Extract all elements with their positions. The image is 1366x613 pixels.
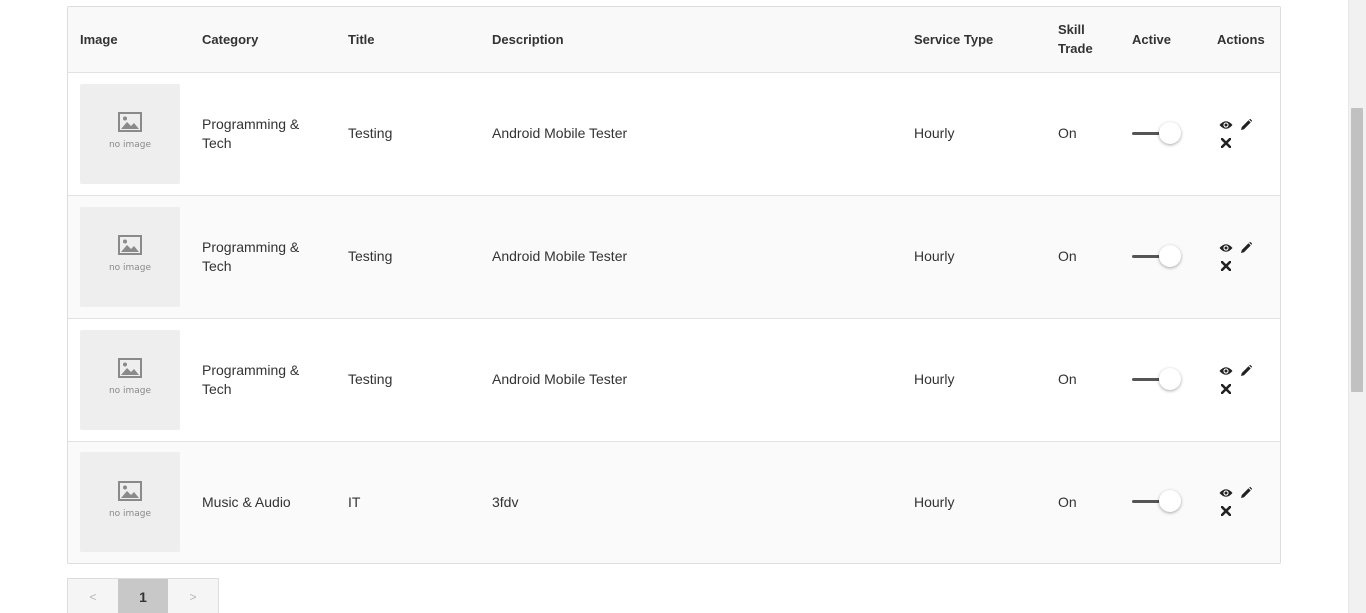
active-toggle[interactable] [1132, 121, 1182, 146]
close-icon[interactable] [1219, 259, 1233, 273]
header-skill-trade-label: Skill Trade [1058, 22, 1093, 57]
cell-active [1120, 441, 1205, 563]
cell-title: Testing [348, 248, 393, 264]
category-text: Programming & Tech [202, 238, 300, 274]
pagination: < 1 > [67, 578, 219, 613]
header-image: Image [68, 7, 190, 73]
eye-icon[interactable] [1219, 364, 1233, 378]
eye-icon[interactable] [1219, 118, 1233, 132]
close-icon[interactable] [1219, 382, 1233, 396]
cell-service-type: Hourly [914, 125, 955, 141]
header-title: Title [336, 7, 480, 73]
active-toggle[interactable] [1132, 244, 1182, 269]
active-toggle[interactable] [1132, 367, 1182, 392]
table-row: no image Programming & Tech Testing Andr… [68, 72, 1280, 195]
cell-skill-trade: On [1058, 125, 1077, 141]
image-icon [118, 480, 142, 501]
cell-title: Testing [348, 125, 393, 141]
cell-category: Programming & Tech [190, 72, 336, 195]
table-row: no image Programming & Tech Testing Andr… [68, 318, 1280, 441]
toggle-knob [1159, 490, 1181, 513]
cell-actions [1205, 72, 1280, 195]
header-category: Category [190, 7, 336, 73]
image-icon [118, 358, 142, 378]
category-text: Music & Audio [202, 493, 291, 510]
cell-image: no image [68, 318, 190, 441]
cell-image: no image [68, 441, 190, 563]
no-image-caption: no image [108, 508, 152, 519]
services-table: Image Category Title Description Service… [68, 7, 1280, 563]
close-icon[interactable] [1219, 136, 1233, 150]
toggle-knob [1159, 244, 1181, 267]
cell-actions [1205, 195, 1280, 318]
cell-title: IT [348, 493, 361, 510]
row-actions [1219, 118, 1259, 150]
cell-skill-trade: On [1058, 493, 1077, 510]
category-text: Programming & Tech [202, 115, 300, 151]
cell-active [1120, 318, 1205, 441]
close-icon[interactable] [1219, 504, 1233, 518]
pagination-next-button[interactable]: > [168, 579, 218, 613]
row-actions [1219, 241, 1259, 273]
active-toggle[interactable] [1132, 490, 1182, 514]
no-image-caption: no image [108, 263, 152, 273]
cell-service-type: Hourly [914, 371, 955, 387]
cell-description: Android Mobile Tester [492, 248, 628, 264]
scrollbar-thumb[interactable] [1351, 108, 1363, 392]
header-description: Description [480, 7, 902, 73]
cell-active [1120, 72, 1205, 195]
services-table-container: Image Category Title Description Service… [67, 6, 1281, 564]
no-image-caption: no image [108, 140, 152, 150]
no-image-placeholder: no image [80, 83, 180, 184]
page: Image Category Title Description Service… [0, 0, 1366, 613]
table-row: no image Programming & Tech Testing Andr… [68, 195, 1280, 318]
eye-icon[interactable] [1219, 486, 1233, 500]
cell-skill-trade: On [1058, 371, 1077, 387]
pagination-prev-button[interactable]: < [68, 579, 118, 613]
no-image-placeholder: no image [80, 452, 180, 553]
category-text: Programming & Tech [202, 361, 300, 397]
cell-category: Music & Audio [190, 441, 336, 563]
cell-service-type: Hourly [914, 248, 955, 264]
cell-description: Android Mobile Tester [492, 371, 628, 387]
cell-skill-trade: On [1058, 248, 1077, 264]
cell-service-type: Hourly [914, 493, 955, 510]
toggle-knob [1159, 367, 1181, 390]
row-actions [1219, 486, 1259, 518]
pagination-page-1[interactable]: 1 [118, 579, 168, 613]
table-header-row: Image Category Title Description Service… [68, 7, 1280, 73]
no-image-placeholder: no image [80, 329, 180, 430]
image-icon [118, 112, 142, 132]
cell-category: Programming & Tech [190, 318, 336, 441]
cell-actions [1205, 318, 1280, 441]
cell-description: 3fdv [492, 493, 519, 510]
header-actions: Actions [1205, 7, 1280, 73]
header-service-type: Service Type [902, 7, 1046, 73]
cell-actions [1205, 441, 1280, 563]
no-image-caption: no image [108, 386, 152, 396]
pencil-icon[interactable] [1239, 364, 1253, 378]
cell-active [1120, 195, 1205, 318]
image-icon [118, 235, 142, 255]
eye-icon[interactable] [1219, 241, 1233, 255]
header-skill-trade: Skill Trade [1046, 7, 1120, 73]
pencil-icon[interactable] [1239, 118, 1253, 132]
toggle-knob [1159, 121, 1181, 144]
row-actions [1219, 364, 1259, 396]
cell-category: Programming & Tech [190, 195, 336, 318]
table-row: no image Music & Audio IT 3fdv Hourly On [68, 441, 1280, 563]
cell-title: Testing [348, 371, 393, 387]
cell-image: no image [68, 72, 190, 195]
header-active: Active [1120, 7, 1205, 73]
pencil-icon[interactable] [1239, 241, 1253, 255]
cell-description: Android Mobile Tester [492, 125, 628, 141]
no-image-placeholder: no image [80, 206, 180, 307]
pencil-icon[interactable] [1239, 486, 1253, 500]
vertical-scrollbar[interactable] [1348, 0, 1366, 613]
cell-image: no image [68, 195, 190, 318]
